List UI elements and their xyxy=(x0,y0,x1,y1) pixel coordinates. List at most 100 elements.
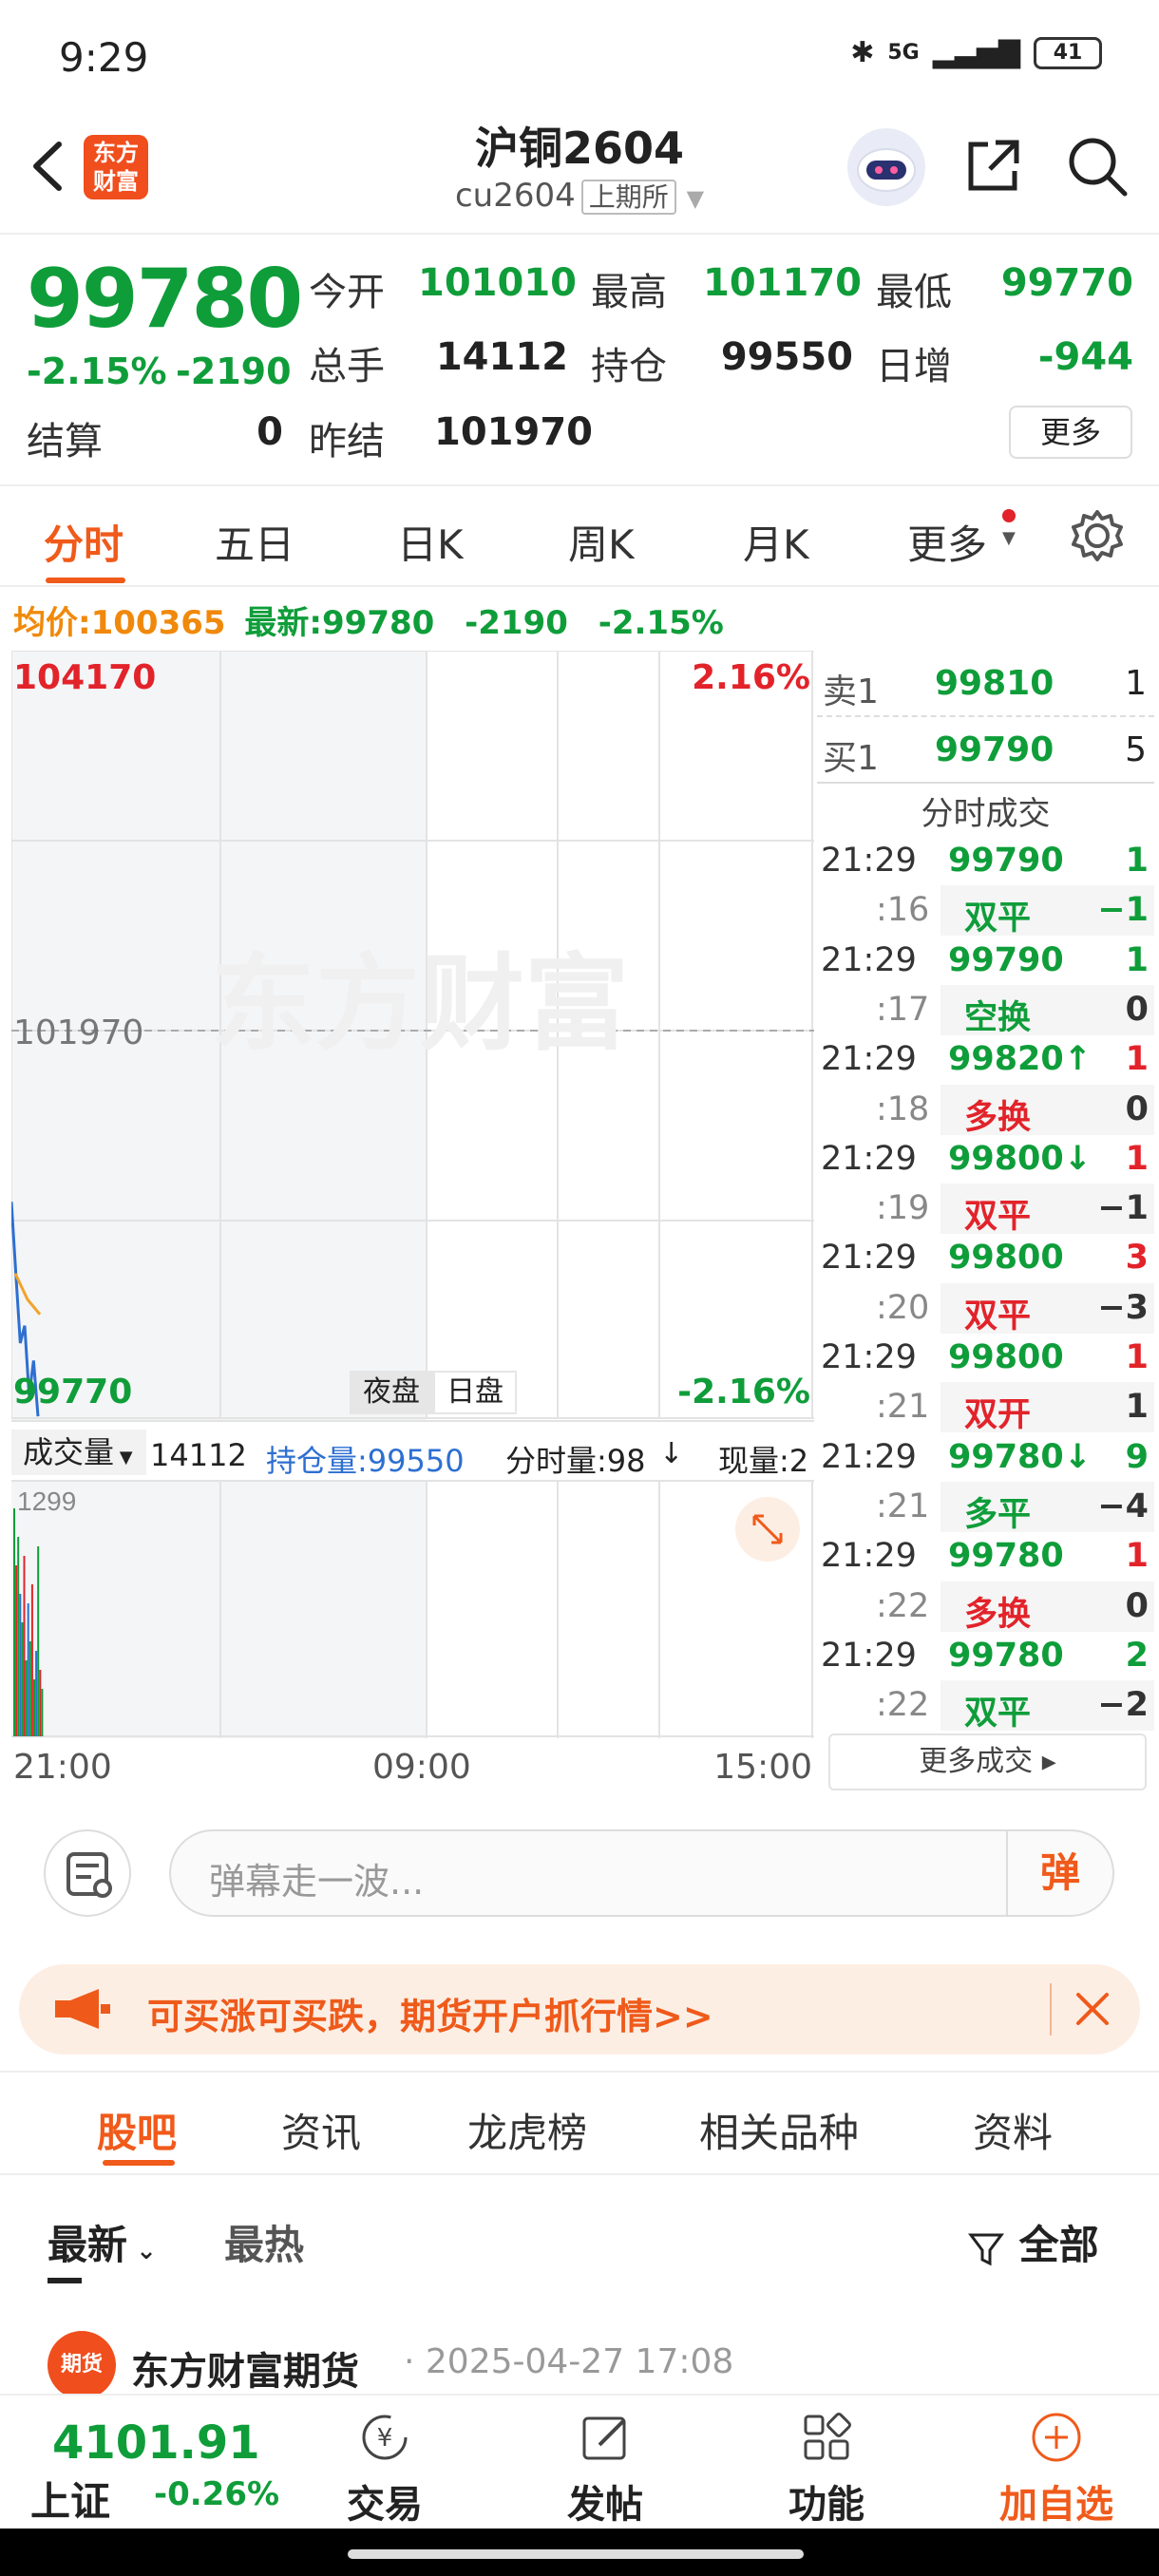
filter-icon xyxy=(968,2233,1004,2265)
volume-bar xyxy=(41,1689,44,1736)
night-session-toggle[interactable]: 夜盘 xyxy=(350,1371,433,1414)
danmu-settings-button[interactable] xyxy=(44,1829,131,1917)
notification-dot xyxy=(1002,509,1016,522)
tick-time: 21:29 xyxy=(821,1040,917,1079)
filter-latest[interactable]: 最新 ⌄ xyxy=(48,2213,157,2271)
open-value: 101010 xyxy=(418,261,577,305)
tick-type: 多换 xyxy=(964,1595,1032,1634)
tick-price: 99800↓ xyxy=(948,1139,1092,1178)
signal-icon: ▂▃▅▇ xyxy=(932,36,1020,69)
volume-value: 14112 xyxy=(150,1437,247,1473)
change-percent: -2.15% xyxy=(27,350,167,392)
tick-time: 21:29 xyxy=(821,1437,917,1476)
tick-type: 多换 xyxy=(964,1098,1032,1137)
home-indicator[interactable] xyxy=(348,2549,804,2559)
tab-forum[interactable]: 股吧 xyxy=(97,2101,177,2159)
latest-price: 99780 xyxy=(322,604,435,642)
edit-icon xyxy=(582,2416,626,2460)
ticks-title: 分时成交 xyxy=(921,795,1051,833)
tick-time: :19 xyxy=(876,1189,930,1228)
avatar[interactable]: 期货 xyxy=(48,2331,116,2399)
tick-price: 99800 xyxy=(948,1239,1064,1278)
tab-weekly-k[interactable]: 周K xyxy=(568,513,635,571)
volume-bar xyxy=(23,1556,26,1736)
volume-label: 总手 xyxy=(309,345,385,388)
tick-volume: 1 xyxy=(1125,1537,1149,1576)
filter-underline xyxy=(48,2278,82,2283)
close-icon[interactable] xyxy=(1069,1985,1116,2033)
chevron-down-icon: ▼ xyxy=(686,185,705,212)
danmu-settings-icon xyxy=(66,1852,112,1898)
tab-monthly-k[interactable]: 月K xyxy=(743,513,809,571)
tick-type: 双平 xyxy=(964,1695,1032,1733)
post-author[interactable]: 东方财富期货 xyxy=(131,2340,359,2396)
prev-settle-value: 101970 xyxy=(434,410,593,454)
nav-function[interactable]: 功能 xyxy=(750,2396,902,2530)
prev-settle-label: 昨结 xyxy=(309,420,385,464)
tick-row: 21:29 99800 3 xyxy=(817,1233,1154,1283)
nav-add-watchlist[interactable]: 加自选 xyxy=(971,2396,1142,2530)
tick-time: 21:29 xyxy=(821,1537,917,1576)
banner-text: 可买涨可买跌，期货开户抓行情>> xyxy=(147,1996,713,2037)
volume-value: 14112 xyxy=(435,335,568,379)
section-tabs: 股吧 资讯 龙虎榜 相关品种 资料 xyxy=(0,2071,1159,2175)
settle-value: 0 xyxy=(256,410,283,454)
post-item[interactable]: 期货 东方财富期货 · 2025-04-27 17:08 xyxy=(0,2318,1159,2399)
index-widget[interactable]: 4101.91 上证 -0.26% xyxy=(0,2396,304,2530)
index-name: 上证 xyxy=(30,2478,111,2525)
settle-label: 结算 xyxy=(27,420,103,464)
tick-volume: 1 xyxy=(1125,1040,1149,1079)
status-time: 9:29 xyxy=(59,34,149,81)
network-icon: 5G xyxy=(887,41,920,65)
tab-five-day[interactable]: 五日 xyxy=(215,513,294,571)
filter-hot[interactable]: 最热 xyxy=(224,2213,304,2271)
filter-all[interactable]: 全部 xyxy=(967,2213,1099,2271)
tab-intraday[interactable]: 分时 xyxy=(44,513,124,571)
tick-time: :17 xyxy=(876,990,930,1029)
tab-profile[interactable]: 资料 xyxy=(973,2101,1053,2159)
settings-gear-icon[interactable] xyxy=(1069,507,1126,564)
tick-type: 双开 xyxy=(964,1396,1032,1435)
latest-pct: -2.15% xyxy=(598,604,724,642)
chevron-down-icon: ▼ xyxy=(1002,528,1016,548)
tab-more[interactable]: 更多 xyxy=(907,513,987,571)
daily-inc-value: -944 xyxy=(1037,335,1133,379)
oi-value: 99550 xyxy=(720,335,853,379)
more-quote-button[interactable]: 更多 xyxy=(1009,406,1132,459)
tick-time: :20 xyxy=(876,1288,930,1327)
daily-inc-label: 日增 xyxy=(876,345,952,388)
danmu-send-button[interactable]: 弹 xyxy=(1006,1831,1112,1915)
volume-indicator-select[interactable]: 成交量 ▼ xyxy=(11,1430,146,1475)
day-session-toggle[interactable]: 日盘 xyxy=(433,1371,517,1414)
danmu-placeholder: 弹幕走一波... xyxy=(209,1861,425,1903)
volume-bar xyxy=(19,1594,22,1736)
assistant-robot-icon[interactable] xyxy=(847,128,925,206)
nav-trade[interactable]: ¥ 交易 xyxy=(309,2396,461,2530)
tick-row: 21:29 99790 1 xyxy=(817,836,1154,886)
tab-dragon-tiger[interactable]: 龙虎榜 xyxy=(467,2101,587,2159)
more-ticks-button[interactable]: 更多成交 ▸ xyxy=(828,1733,1147,1790)
high-value: 101170 xyxy=(703,261,862,305)
nav-post[interactable]: 发帖 xyxy=(529,2396,681,2530)
avg-price: 100365 xyxy=(90,604,226,642)
tab-daily-k[interactable]: 日K xyxy=(397,513,464,571)
tick-price: 99820↑ xyxy=(948,1040,1092,1079)
bid-row: 买1 99790 5 xyxy=(817,717,1154,784)
grid-icon xyxy=(804,2413,851,2460)
intraday-chart[interactable]: 东方财富 104170 2.16% 101970 99770 -2.16% 夜盘… xyxy=(10,650,814,1487)
tick-volume-value: 分时量:98 xyxy=(505,1443,646,1479)
tick-time: :18 xyxy=(876,1089,930,1128)
quote-panel: 99780 -2.15% -2190 今开 101010 最高 101170 最… xyxy=(0,233,1159,484)
tab-related[interactable]: 相关品种 xyxy=(699,2101,859,2159)
volume-bar xyxy=(13,1508,15,1736)
tab-news[interactable]: 资讯 xyxy=(281,2101,361,2159)
search-icon[interactable] xyxy=(1064,133,1130,199)
tab-underline xyxy=(46,578,125,583)
low-label: 最低 xyxy=(876,271,952,314)
tick-time: 21:29 xyxy=(821,940,917,979)
tick-row: 21:29 99800 1 xyxy=(817,1333,1154,1383)
danmu-input[interactable]: 弹幕走一波... 弹 xyxy=(169,1829,1114,1917)
share-icon[interactable] xyxy=(960,133,1026,199)
promo-banner[interactable]: 可买涨可买跌，期货开户抓行情>> xyxy=(19,1964,1140,2055)
tick-oi-change: 1 xyxy=(1125,1388,1149,1427)
